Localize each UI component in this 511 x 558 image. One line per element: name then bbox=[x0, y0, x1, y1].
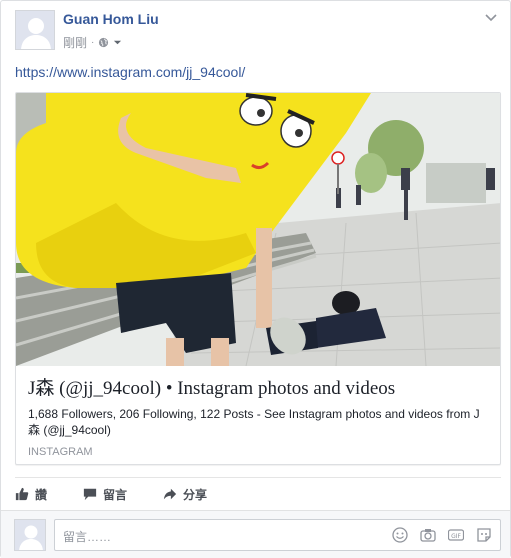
svg-text:GIF: GIF bbox=[451, 533, 461, 540]
composer-icons: GIF bbox=[392, 527, 492, 543]
preview-image[interactable] bbox=[16, 93, 500, 366]
separator-dot: · bbox=[91, 37, 95, 48]
gif-icon[interactable]: GIF bbox=[448, 527, 464, 543]
comment-label: 留言 bbox=[103, 487, 128, 502]
emoji-icon[interactable] bbox=[392, 527, 408, 543]
camera-icon[interactable] bbox=[420, 527, 436, 543]
globe-icon[interactable] bbox=[98, 37, 109, 48]
author-avatar[interactable] bbox=[15, 10, 55, 50]
share-label: 分享 bbox=[183, 487, 208, 502]
default-avatar-icon bbox=[15, 520, 45, 550]
preview-domain: INSTAGRAM bbox=[28, 446, 93, 458]
comment-icon bbox=[83, 488, 97, 501]
like-label: 讚 bbox=[35, 487, 48, 502]
timestamp[interactable]: 剛剛 bbox=[63, 34, 87, 51]
author-name[interactable]: Guan Hom Liu bbox=[63, 11, 159, 27]
thumbs-up-icon bbox=[15, 487, 29, 501]
chevron-down-icon[interactable] bbox=[484, 11, 498, 25]
sticker-icon[interactable] bbox=[476, 527, 492, 543]
post-card: Guan Hom Liu 剛剛 · https://www.instagram.… bbox=[0, 0, 511, 558]
post-meta: 剛剛 · bbox=[63, 34, 122, 51]
preview-description: 1,688 Followers, 206 Following, 122 Post… bbox=[28, 407, 480, 437]
share-button[interactable]: 分享 bbox=[163, 486, 207, 503]
preview-title[interactable]: J森 (@jj_94cool) • Instagram photos and v… bbox=[28, 377, 490, 401]
comment-composer: 留言…… GIF bbox=[1, 510, 510, 558]
post-link[interactable]: https://www.instagram.com/jj_94cool/ bbox=[15, 64, 245, 80]
privacy-dropdown-icon[interactable] bbox=[113, 38, 122, 47]
like-button[interactable]: 讚 bbox=[15, 486, 47, 503]
link-preview-card[interactable]: J森 (@jj_94cool) • Instagram photos and v… bbox=[15, 92, 501, 465]
preview-body[interactable]: J森 (@jj_94cool) • Instagram photos and v… bbox=[16, 366, 500, 464]
default-avatar-icon bbox=[16, 11, 54, 49]
post-actions: 讚 留言 分享 bbox=[15, 477, 501, 510]
comment-button[interactable]: 留言 bbox=[83, 486, 127, 503]
viewer-avatar[interactable] bbox=[14, 519, 46, 551]
share-icon bbox=[163, 488, 177, 500]
